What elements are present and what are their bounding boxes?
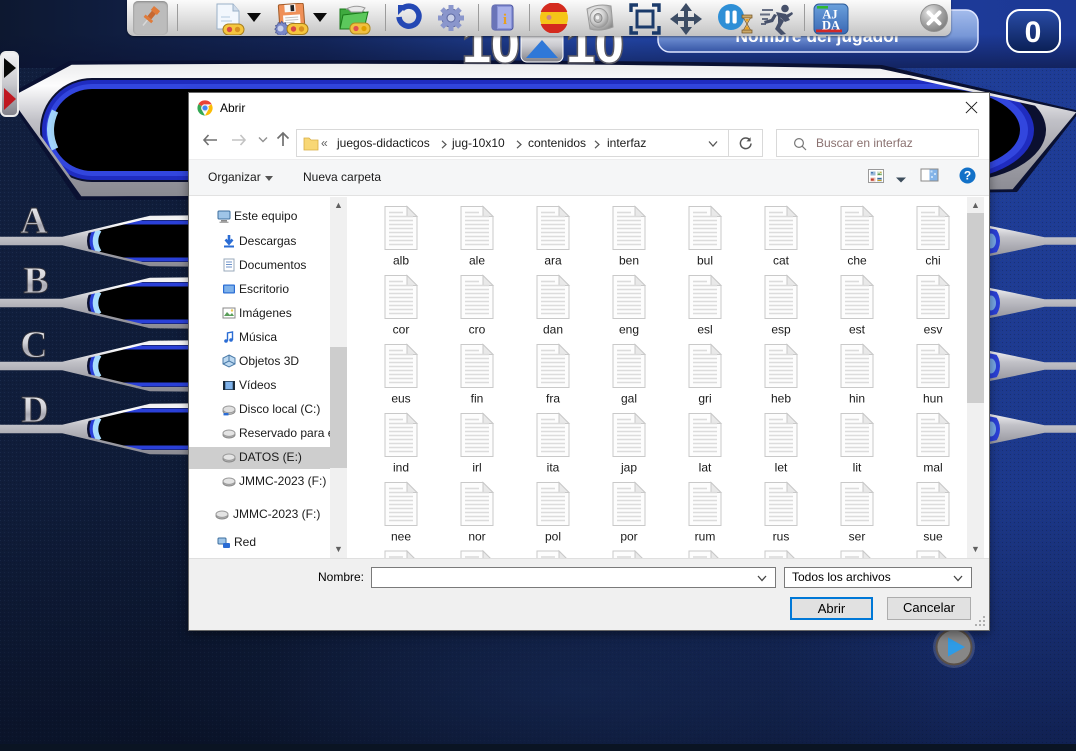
svg-text:hin: hin xyxy=(849,392,865,406)
svg-text:ben: ben xyxy=(619,254,639,268)
svg-text:nee: nee xyxy=(391,530,411,544)
svg-text:D: D xyxy=(21,389,48,431)
svg-text:cor: cor xyxy=(393,323,410,337)
svg-text:gri: gri xyxy=(698,392,711,406)
svg-text:che: che xyxy=(847,254,867,268)
svg-text:por: por xyxy=(620,530,637,544)
svg-text:esp: esp xyxy=(771,323,791,337)
svg-text:hun: hun xyxy=(923,392,943,406)
svg-text:jap: jap xyxy=(620,461,637,475)
svg-text:lit: lit xyxy=(853,461,862,475)
svg-text:A: A xyxy=(20,200,48,242)
svg-text:0: 0 xyxy=(1025,16,1042,49)
svg-text:chi: chi xyxy=(925,254,940,268)
svg-text:dan: dan xyxy=(543,323,563,337)
svg-text:heb: heb xyxy=(771,392,791,406)
svg-text:rum: rum xyxy=(695,530,716,544)
svg-text:cro: cro xyxy=(469,323,486,337)
svg-text:ind: ind xyxy=(393,461,409,475)
svg-text:C: C xyxy=(20,324,47,366)
svg-text:sue: sue xyxy=(923,530,943,544)
svg-text:eus: eus xyxy=(391,392,410,406)
svg-text:mal: mal xyxy=(923,461,942,475)
svg-text:fin: fin xyxy=(471,392,484,406)
svg-text:DA: DA xyxy=(822,19,840,33)
svg-text:cat: cat xyxy=(773,254,790,268)
svg-text:nor: nor xyxy=(468,530,485,544)
svg-text:gal: gal xyxy=(621,392,637,406)
svg-text:ser: ser xyxy=(849,530,866,544)
svg-text:i: i xyxy=(503,12,507,28)
svg-text:est: est xyxy=(849,323,866,337)
svg-text:lat: lat xyxy=(699,461,712,475)
svg-text:esl: esl xyxy=(697,323,712,337)
svg-text:eng: eng xyxy=(619,323,639,337)
svg-text:let: let xyxy=(775,461,788,475)
svg-text:ita: ita xyxy=(547,461,560,475)
svg-text:ale: ale xyxy=(469,254,485,268)
svg-text:alb: alb xyxy=(393,254,409,268)
svg-text:irl: irl xyxy=(472,461,481,475)
svg-text:esv: esv xyxy=(924,323,943,337)
svg-text:ara: ara xyxy=(544,254,562,268)
svg-text:fra: fra xyxy=(546,392,560,406)
svg-text:B: B xyxy=(23,260,48,302)
svg-text:pol: pol xyxy=(545,530,561,544)
svg-text:bul: bul xyxy=(697,254,713,268)
svg-text:?: ? xyxy=(964,169,971,183)
svg-text:rus: rus xyxy=(773,530,790,544)
